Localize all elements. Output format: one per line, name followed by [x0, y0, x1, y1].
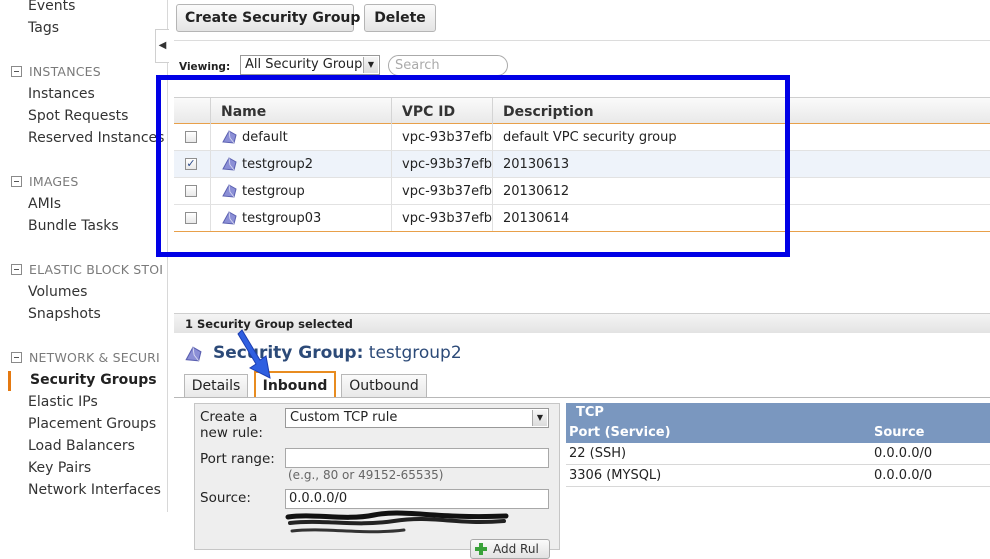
row-vpc-id: vpc-93b37efb [391, 205, 492, 231]
security-group-icon [222, 184, 237, 198]
column-header-name[interactable]: Name [210, 98, 391, 124]
rule-source: 0.0.0.0/0 [874, 446, 933, 461]
collapse-icon [11, 66, 22, 77]
sidebar-section-instances[interactable]: INSTANCES [11, 64, 101, 79]
viewing-filter-select[interactable]: All Security Groups ▼ [240, 55, 380, 75]
column-header-vpc-id[interactable]: VPC ID [391, 98, 492, 124]
row-description: default VPC security group [492, 124, 990, 150]
sidebar-item-tags[interactable]: Tags [28, 20, 59, 36]
sidebar-section-ebs[interactable]: ELASTIC BLOCK STOI [11, 262, 163, 277]
sidebar-item-security-groups[interactable]: Security Groups [30, 372, 157, 388]
create-security-group-button[interactable]: Create Security Group [176, 4, 360, 32]
column-header-source: Source [874, 425, 925, 440]
tabs-divider [174, 397, 990, 398]
sidebar-section-network-security[interactable]: NETWORK & SECURI [11, 350, 160, 365]
inbound-rules-header: TCP Port (Service) Source [566, 403, 990, 443]
detail-title: Security Group: testgroup2 [213, 343, 462, 363]
active-indicator [8, 371, 11, 391]
row-checkbox[interactable] [185, 212, 197, 224]
port-range-label: Port range: [200, 451, 275, 467]
redacted-scribble [285, 510, 509, 534]
sidebar-nav: Events Tags INSTANCES Instances Spot Req… [0, 0, 168, 512]
sidebar-item-events[interactable]: Events [28, 0, 75, 14]
sidebar-item-placement-groups[interactable]: Placement Groups [28, 416, 156, 432]
toolbar-divider [174, 40, 990, 41]
source-label: Source: [200, 490, 251, 506]
create-rule-label: Create a new rule: [200, 409, 263, 441]
table-header: Name VPC ID Description [174, 97, 990, 124]
table-row[interactable]: testgroup vpc-93b37efb 20130612 [174, 178, 990, 205]
security-group-icon [222, 211, 237, 225]
port-range-hint: (e.g., 80 or 49152-65535) [288, 468, 444, 482]
sidebar-item-volumes[interactable]: Volumes [28, 284, 87, 300]
row-vpc-id: vpc-93b37efb [391, 124, 492, 150]
sidebar-item-key-pairs[interactable]: Key Pairs [28, 460, 91, 476]
delete-button[interactable]: Delete [364, 4, 436, 32]
sidebar-item-load-balancers[interactable]: Load Balancers [28, 438, 135, 454]
dropdown-arrow-icon: ▼ [532, 410, 547, 426]
rule-port: 3306 (MYSQL) [569, 468, 662, 483]
row-description: 20130612 [492, 178, 990, 204]
row-vpc-id: vpc-93b37efb [391, 151, 492, 177]
search-input[interactable]: Search [388, 55, 508, 76]
row-name[interactable]: testgroup [242, 178, 305, 204]
sidebar-item-bundle-tasks[interactable]: Bundle Tasks [28, 218, 119, 234]
row-vpc-id: vpc-93b37efb [391, 178, 492, 204]
table-row[interactable]: default vpc-93b37efb default VPC securit… [174, 124, 990, 151]
tab-details[interactable]: Details [184, 374, 248, 397]
row-name[interactable]: testgroup03 [242, 205, 321, 231]
plus-icon [475, 543, 487, 555]
add-rule-button[interactable]: Add Rul [470, 539, 550, 559]
source-input[interactable]: 0.0.0.0/0 [285, 489, 549, 509]
row-checkbox[interactable] [185, 185, 197, 197]
collapse-icon [11, 264, 22, 275]
rule-source: 0.0.0.0/0 [874, 468, 933, 483]
rule-type-select[interactable]: Custom TCP rule ▼ [285, 408, 549, 428]
collapse-icon [11, 352, 22, 363]
tab-outbound[interactable]: Outbound [341, 374, 427, 397]
sidebar-item-network-interfaces[interactable]: Network Interfaces [28, 482, 161, 498]
table-row: 3306 (MYSQL) 0.0.0.0/0 [566, 465, 990, 487]
security-group-icon [185, 346, 202, 362]
collapse-icon [11, 176, 22, 187]
column-header-description[interactable]: Description [492, 98, 990, 124]
sidebar-item-amis[interactable]: AMIs [28, 196, 61, 212]
dropdown-arrow-icon: ▼ [363, 57, 378, 73]
table-row[interactable]: testgroup03 vpc-93b37efb 20130614 [174, 205, 990, 232]
sidebar-section-images[interactable]: IMAGES [11, 174, 79, 189]
rule-port: 22 (SSH) [569, 446, 627, 461]
tab-inbound[interactable]: Inbound [254, 371, 336, 398]
row-description: 20130614 [492, 205, 990, 231]
port-range-input[interactable] [285, 448, 549, 468]
row-checkbox-checked[interactable]: ✓ [185, 158, 197, 170]
row-name[interactable]: default [242, 124, 288, 150]
sidebar-item-spot-requests[interactable]: Spot Requests [28, 108, 128, 124]
collapse-sidebar-icon[interactable]: ◀ [155, 29, 169, 63]
row-name[interactable]: testgroup2 [242, 151, 313, 177]
sidebar-item-elastic-ips[interactable]: Elastic IPs [28, 394, 98, 410]
viewing-label: Viewing: [179, 61, 231, 73]
sidebar-item-reserved-instances[interactable]: Reserved Instances [28, 130, 164, 146]
row-description: 20130613 [492, 151, 990, 177]
security-group-icon [222, 157, 237, 171]
selection-status-bar: 1 Security Group selected [174, 313, 990, 333]
security-group-icon [222, 130, 237, 144]
sidebar-item-instances[interactable]: Instances [28, 86, 95, 102]
column-header-port: Port (Service) [569, 425, 671, 440]
sidebar-item-snapshots[interactable]: Snapshots [28, 306, 101, 322]
protocol-label: TCP [576, 405, 604, 420]
table-row: 22 (SSH) 0.0.0.0/0 [566, 443, 990, 465]
table-row-selected[interactable]: ✓ testgroup2 vpc-93b37efb 20130613 [174, 151, 990, 178]
row-checkbox[interactable] [185, 131, 197, 143]
